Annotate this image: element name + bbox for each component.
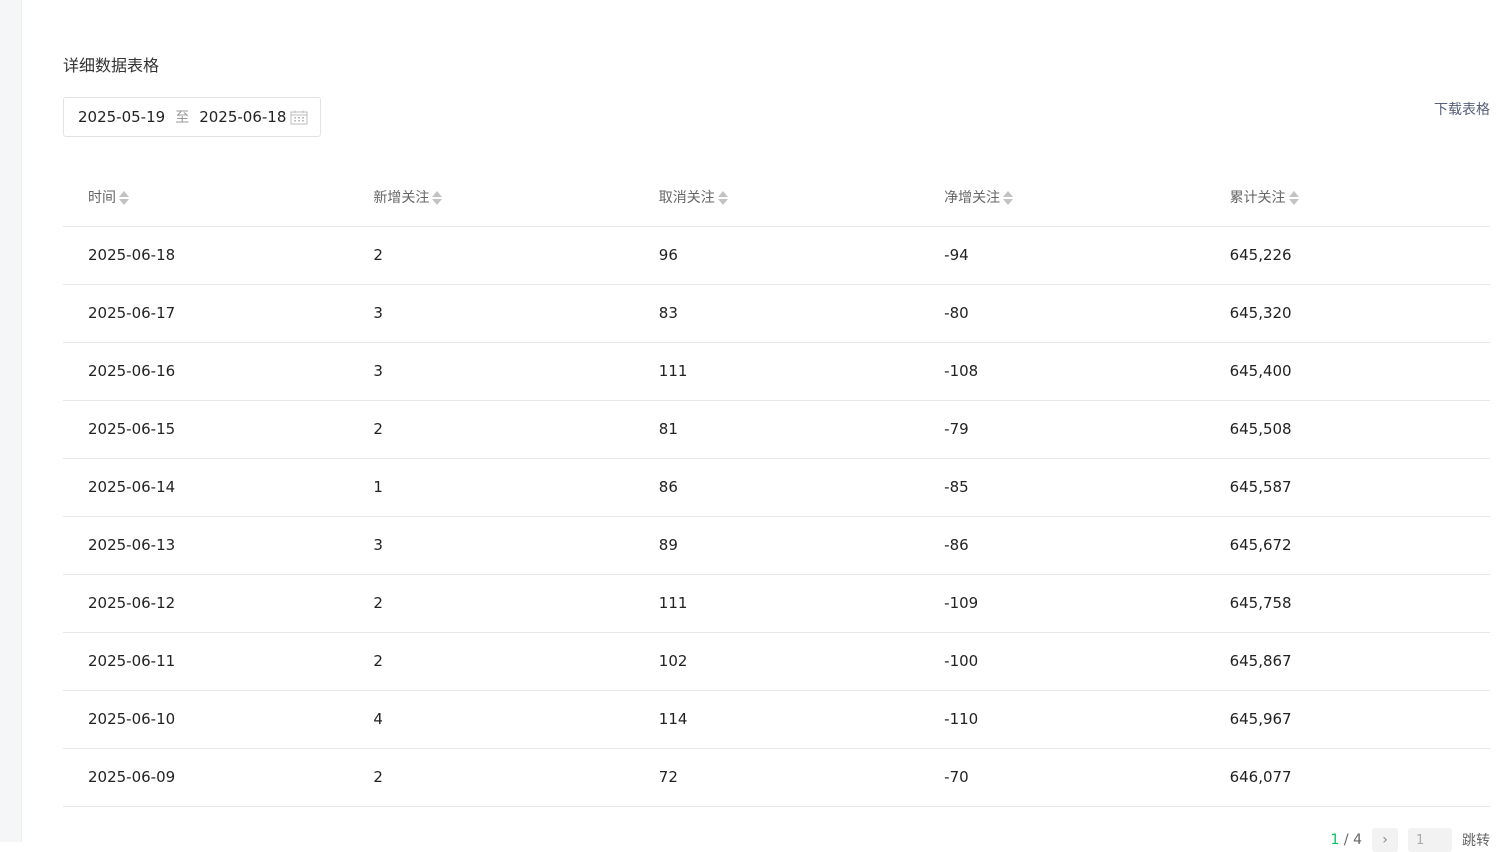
cell-net: -70 bbox=[919, 748, 1205, 807]
cell-total: 645,867 bbox=[1204, 632, 1490, 691]
cell-total: 645,320 bbox=[1204, 284, 1490, 343]
data-table: 时间 新增关注 取消关注 净增关注 累计关注 2025-06-18 2 96 -94 6… bbox=[63, 169, 1490, 807]
cell-total: 645,508 bbox=[1204, 400, 1490, 459]
cell-total: 646,077 bbox=[1204, 748, 1490, 807]
current-page: 1 bbox=[1330, 832, 1340, 848]
cell-net: -110 bbox=[919, 690, 1205, 749]
date-range-picker[interactable]: 2025-05-19 至 2025-06-18 bbox=[63, 97, 321, 137]
cell-net: -109 bbox=[919, 574, 1205, 633]
cell-unfollow: 83 bbox=[633, 284, 920, 343]
total-pages: / 4 bbox=[1343, 832, 1362, 848]
cell-unfollow: 89 bbox=[633, 516, 920, 575]
cell-net: -100 bbox=[919, 632, 1205, 691]
cell-date: 2025-06-16 bbox=[63, 342, 349, 401]
cell-new: 2 bbox=[348, 748, 634, 807]
column-header-unfollows[interactable]: 取消关注 bbox=[633, 169, 920, 227]
column-header-time[interactable]: 时间 bbox=[63, 169, 349, 227]
cell-date: 2025-06-14 bbox=[63, 458, 349, 517]
end-date[interactable]: 2025-06-18 bbox=[199, 108, 286, 126]
chevron-right-icon[interactable]: › bbox=[1372, 828, 1398, 852]
cell-date: 2025-06-18 bbox=[63, 226, 349, 285]
cell-new: 3 bbox=[348, 516, 634, 575]
cell-net: -80 bbox=[919, 284, 1205, 343]
cell-unfollow: 86 bbox=[633, 458, 920, 517]
page-indicator: 1 / 4 bbox=[1331, 832, 1362, 848]
cell-net: -94 bbox=[919, 226, 1205, 285]
sort-icon[interactable] bbox=[119, 191, 129, 206]
cell-date: 2025-06-12 bbox=[63, 574, 349, 633]
sort-icon[interactable] bbox=[717, 191, 728, 206]
cell-new: 1 bbox=[348, 458, 634, 517]
section-title: 详细数据表格 bbox=[63, 56, 160, 75]
cell-date: 2025-06-17 bbox=[63, 284, 349, 343]
table-row: 2025-06-12 2 111 -109 645,758 bbox=[63, 574, 1490, 633]
cell-total: 645,967 bbox=[1204, 690, 1490, 749]
cell-new: 4 bbox=[348, 690, 634, 749]
download-table-link[interactable]: 下载表格 bbox=[1434, 99, 1490, 119]
cell-total: 645,758 bbox=[1204, 574, 1490, 633]
cell-date: 2025-06-09 bbox=[63, 748, 349, 807]
cell-total: 645,400 bbox=[1204, 342, 1490, 401]
cell-unfollow: 111 bbox=[633, 574, 920, 633]
cell-new: 2 bbox=[348, 226, 634, 285]
cell-date: 2025-06-11 bbox=[63, 632, 349, 691]
table-row: 2025-06-15 2 81 -79 645,508 bbox=[63, 400, 1490, 459]
table-row: 2025-06-16 3 111 -108 645,400 bbox=[63, 342, 1490, 401]
page-jump-input[interactable]: 1 bbox=[1408, 828, 1452, 852]
sort-icon[interactable] bbox=[432, 191, 443, 206]
table-row: 2025-06-17 3 83 -80 645,320 bbox=[63, 284, 1490, 343]
cell-unfollow: 102 bbox=[633, 632, 920, 691]
cell-new: 2 bbox=[348, 400, 634, 459]
sort-icon[interactable] bbox=[1003, 191, 1014, 206]
cell-date: 2025-06-15 bbox=[63, 400, 349, 459]
column-header-total-follows[interactable]: 累计关注 bbox=[1204, 169, 1490, 227]
cell-date: 2025-06-13 bbox=[63, 516, 349, 575]
cell-total: 645,672 bbox=[1204, 516, 1490, 575]
column-header-net-follows[interactable]: 净增关注 bbox=[919, 169, 1205, 227]
cell-new: 3 bbox=[348, 284, 634, 343]
cell-total: 645,226 bbox=[1204, 226, 1490, 285]
cell-unfollow: 81 bbox=[633, 400, 920, 459]
cell-net: -86 bbox=[919, 516, 1205, 575]
table-row: 2025-06-11 2 102 -100 645,867 bbox=[63, 632, 1490, 691]
table-row: 2025-06-18 2 96 -94 645,226 bbox=[63, 226, 1490, 285]
jump-button[interactable]: 跳转 bbox=[1462, 830, 1490, 850]
start-date[interactable]: 2025-05-19 bbox=[78, 108, 165, 126]
table-row: 2025-06-10 4 114 -110 645,967 bbox=[63, 690, 1490, 749]
left-sidebar-edge bbox=[0, 0, 22, 842]
calendar-icon[interactable] bbox=[290, 109, 308, 125]
cell-unfollow: 72 bbox=[633, 748, 920, 807]
table-row: 2025-06-13 3 89 -86 645,672 bbox=[63, 516, 1490, 575]
pagination: 1 / 4 › 1 跳转 bbox=[1331, 828, 1490, 852]
table-row: 2025-06-09 2 72 -70 646,077 bbox=[63, 748, 1490, 807]
table-row: 2025-06-14 1 86 -85 645,587 bbox=[63, 458, 1490, 517]
cell-total: 645,587 bbox=[1204, 458, 1490, 517]
cell-unfollow: 96 bbox=[633, 226, 920, 285]
date-separator: 至 bbox=[175, 110, 190, 126]
cell-net: -79 bbox=[919, 400, 1205, 459]
table-header-row: 时间 新增关注 取消关注 净增关注 累计关注 bbox=[63, 169, 1490, 227]
cell-net: -85 bbox=[919, 458, 1205, 517]
cell-net: -108 bbox=[919, 342, 1205, 401]
detail-data-section: 详细数据表格 2025-05-19 至 2025-06-18 下载表格 时间 新… bbox=[63, 0, 1490, 852]
cell-unfollow: 111 bbox=[633, 342, 920, 401]
cell-new: 3 bbox=[348, 342, 634, 401]
cell-date: 2025-06-10 bbox=[63, 690, 349, 749]
column-header-new-follows[interactable]: 新增关注 bbox=[348, 169, 634, 227]
sort-icon[interactable] bbox=[1288, 191, 1299, 206]
cell-unfollow: 114 bbox=[633, 690, 920, 749]
cell-new: 2 bbox=[348, 632, 634, 691]
cell-new: 2 bbox=[348, 574, 634, 633]
